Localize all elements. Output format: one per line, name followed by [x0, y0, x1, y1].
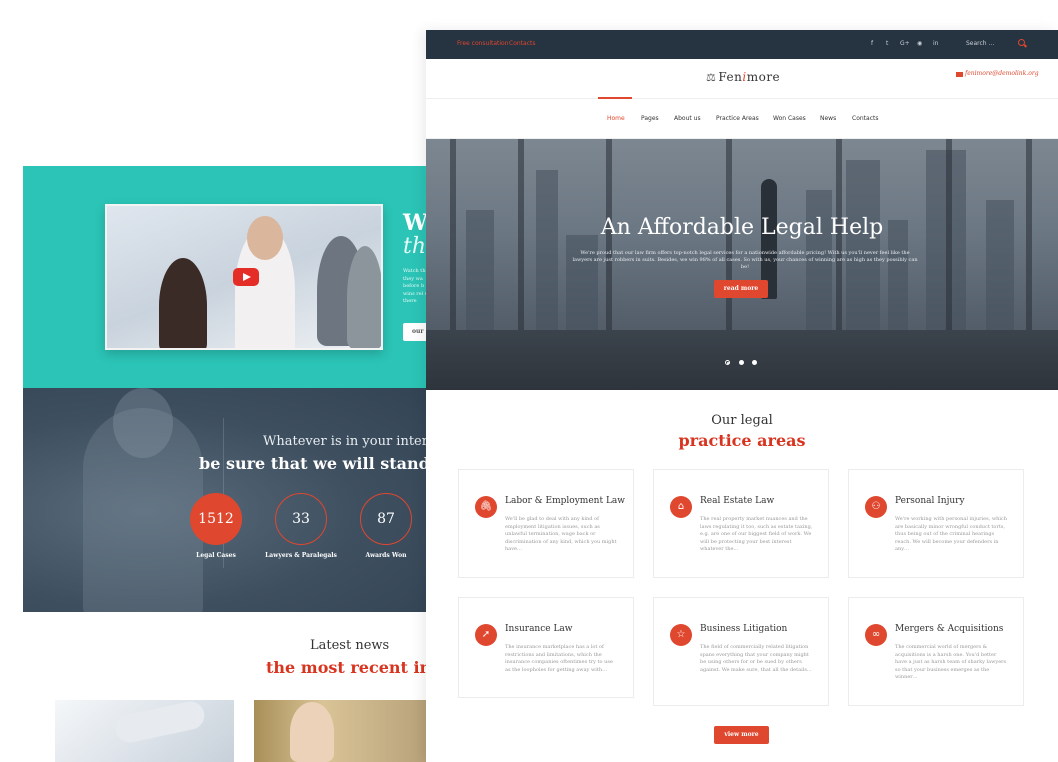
video-paragraph: Watch th they wa before b wins rel us, t… [403, 268, 426, 304]
hero-title: An Affordable Legal Help [600, 215, 884, 240]
card-text: We'll be glad to deal with any kind of e… [505, 516, 617, 552]
statue-head-image [113, 388, 173, 458]
free-consultation-link[interactable]: Free consultation [457, 40, 509, 47]
practice-card-business[interactable]: ☆ Business Litigation The field of comme… [653, 597, 829, 706]
logo-text-part: Fen [718, 70, 743, 84]
video-person [247, 216, 283, 260]
card-title[interactable]: Real Estate Law [700, 496, 774, 506]
nav-item-contacts[interactable]: Contacts [852, 115, 878, 122]
youtube-play-icon[interactable] [233, 268, 259, 286]
facebook-icon[interactable]: f [871, 40, 873, 47]
counter-label-awards: Awards Won [365, 552, 407, 559]
news-thumbnail-detail [290, 702, 334, 762]
card-text: The field of commercially related litiga… [700, 644, 812, 673]
card-title[interactable]: Business Litigation [700, 624, 787, 634]
practice-card-real-estate[interactable]: ⌂ Real Estate Law The real property mark… [653, 469, 829, 578]
video-person [347, 246, 381, 348]
nav-active-indicator [598, 97, 632, 99]
slider-dot-2[interactable] [739, 360, 744, 365]
compass-icon: ➚ [475, 624, 497, 646]
news-thumbnail[interactable] [254, 700, 426, 762]
paperclip-icon: 🖇 [475, 496, 497, 518]
logo-text-part: more [746, 70, 781, 84]
counter-label-legal-cases: Legal Cases [196, 552, 236, 559]
google-plus-icon[interactable]: G+ [900, 40, 910, 47]
people-icon: ⚇ [865, 496, 887, 518]
video-section: W th Watch th they wa before b wins rel … [23, 166, 426, 388]
counter-legal-cases: 1512 [190, 493, 242, 545]
nav-item-news[interactable]: News [820, 115, 836, 122]
news-thumbnail-detail [113, 698, 207, 746]
card-title[interactable]: Personal Injury [895, 496, 965, 506]
practice-card-personal-injury[interactable]: ⚇ Personal Injury We're working with per… [848, 469, 1024, 578]
card-text: We're working with personal injuries, wh… [895, 516, 1007, 552]
practice-card-labor[interactable]: 🖇 Labor & Employment Law We'll be glad t… [458, 469, 634, 578]
video-heading: W [403, 210, 426, 236]
view-more-button[interactable]: view more [714, 726, 769, 744]
search-input[interactable]: Search ... [966, 40, 994, 47]
card-title[interactable]: Insurance Law [505, 624, 573, 634]
nav-item-about-us[interactable]: About us [674, 115, 701, 122]
card-text: The insurance marketplace has a lot of r… [505, 644, 613, 673]
hero-text: We're proud that our law firm offers top… [572, 250, 918, 270]
contacts-link[interactable]: Contacts [509, 40, 535, 47]
card-text: The commercial world of mergers & acquis… [895, 644, 1007, 680]
practice-subtitle: practice areas [678, 431, 806, 450]
twitter-icon[interactable]: t [886, 40, 888, 47]
linkedin-icon[interactable]: in [933, 40, 938, 47]
card-title[interactable]: Mergers & Acquisitions [895, 624, 1003, 634]
counter-awards: 87 [360, 493, 412, 545]
hero-slider: An Affordable Legal Help We're proud tha… [426, 139, 1058, 390]
nav-item-practice-areas[interactable]: Practice Areas [716, 115, 759, 122]
logo[interactable]: ⚖ Fenimore [706, 70, 780, 84]
video-person [159, 258, 207, 348]
top-bar: Free consultation Contacts f t G+ ◉ in S… [426, 30, 1058, 59]
practice-card-insurance[interactable]: ➚ Insurance Law The insurance marketplac… [458, 597, 634, 698]
practice-title: Our legal [711, 413, 773, 428]
skyline-building [536, 170, 558, 330]
nav-item-pages[interactable]: Pages [641, 115, 659, 122]
slider-dot-3[interactable] [752, 360, 757, 365]
news-subtitle: the most recent info [266, 658, 426, 677]
slider-dot-1[interactable] [725, 360, 730, 365]
video-button[interactable]: our [403, 323, 426, 341]
link-icon: ∞ [865, 624, 887, 646]
read-more-button[interactable]: read more [714, 280, 768, 298]
practice-card-mergers[interactable]: ∞ Mergers & Acquisitions The commercial … [848, 597, 1024, 706]
envelope-icon [956, 72, 963, 77]
news-title: Latest news [310, 638, 390, 653]
header-email[interactable]: fenimore@demolink.org [965, 70, 1039, 77]
nav-divider [426, 98, 1058, 99]
pinterest-icon[interactable]: ◉ [917, 40, 922, 47]
card-title[interactable]: Labor & Employment Law [505, 496, 625, 506]
counter-lawyers: 33 [275, 493, 327, 545]
search-icon[interactable] [1018, 39, 1025, 46]
nav-item-won-cases[interactable]: Won Cases [773, 115, 806, 122]
stats-line2: be sure that we will stand by i [199, 454, 426, 473]
video-thumbnail[interactable] [105, 204, 383, 350]
skyline-building [846, 160, 880, 330]
nav-item-home[interactable]: Home [607, 115, 625, 122]
video-subheading: th [403, 234, 426, 259]
card-text: The real property market nuances and the… [700, 516, 813, 552]
news-thumbnail[interactable] [55, 698, 234, 762]
star-icon: ☆ [670, 624, 692, 646]
stats-section: Whatever is in your interest be sure tha… [23, 388, 426, 612]
background-page-preview: W th Watch th they wa before b wins rel … [23, 166, 426, 762]
stats-line1: Whatever is in your interest [263, 434, 426, 449]
scales-icon: ⚖ [706, 71, 717, 84]
counter-label-lawyers: Lawyers & Paralegals [265, 552, 337, 559]
main-page-preview: Free consultation Contacts f t G+ ◉ in S… [426, 30, 1058, 762]
house-icon: ⌂ [670, 496, 692, 518]
